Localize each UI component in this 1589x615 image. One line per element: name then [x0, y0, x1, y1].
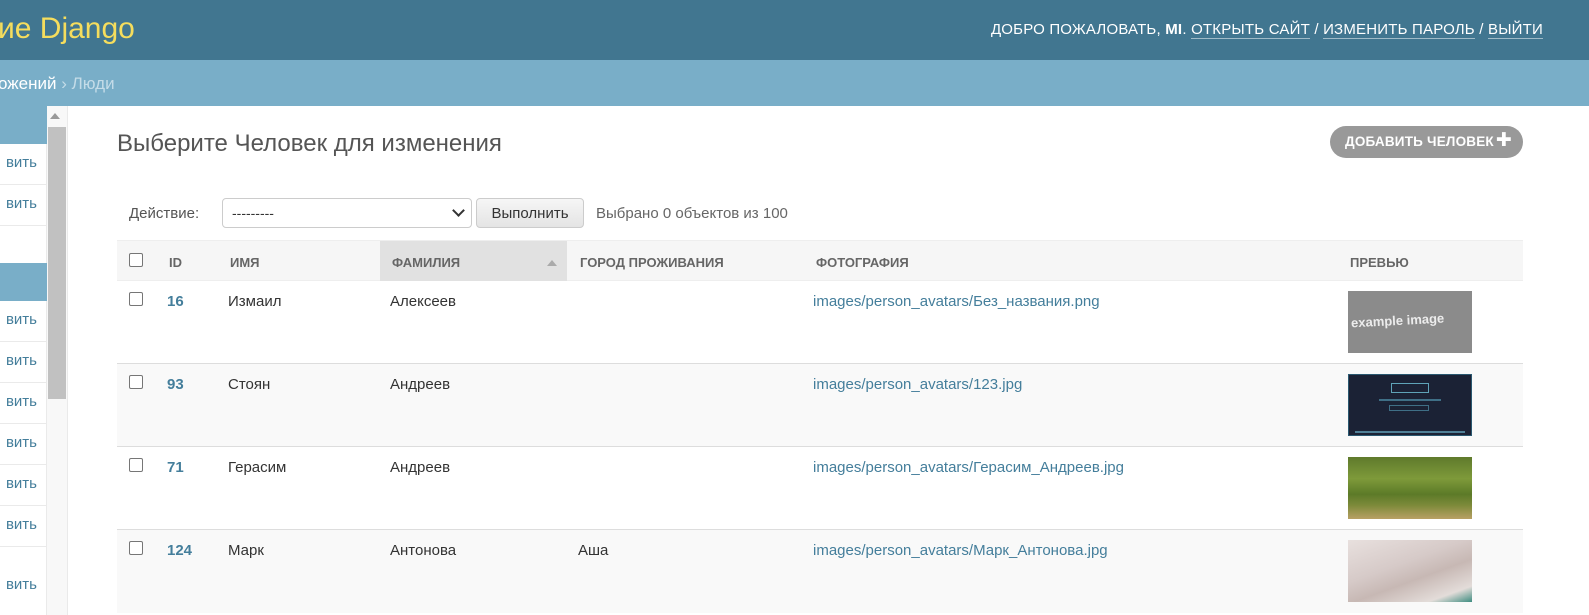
sidebar-add-link[interactable]: вить: [0, 506, 47, 547]
sidebar-add-link[interactable]: вить: [0, 144, 47, 185]
action-select-value: ---------: [232, 205, 274, 221]
welcome-text: ДОБРО ПОЖАЛОВАТЬ,: [990, 21, 1161, 38]
row-id-link[interactable]: 16: [167, 293, 184, 310]
site-name[interactable]: ие Django: [0, 12, 135, 46]
table-row: 71 Герасим Андреев images/person_avatars…: [117, 447, 1523, 530]
sidebar-add-link[interactable]: вить: [0, 342, 47, 383]
column-header-photo[interactable]: ФОТОГРАФИЯ: [816, 241, 909, 281]
row-checkbox[interactable]: [129, 541, 143, 555]
sidebar-app-header[interactable]: [0, 263, 47, 301]
breadcrumb-separator: ›: [61, 74, 67, 93]
separator: /: [1479, 21, 1484, 38]
photo-link[interactable]: images/person_avatars/Без_названия.png: [813, 293, 1100, 310]
column-header-last-name[interactable]: ФАМИЛИЯ: [380, 241, 567, 281]
table-row: 93 Стоян Андреев images/person_avatars/1…: [117, 364, 1523, 447]
column-header-first-name[interactable]: ИМЯ: [230, 241, 260, 281]
city-cell: Аша: [578, 542, 609, 559]
table-row: 16 Измаил Алексеев images/person_avatars…: [117, 281, 1523, 364]
photo-link[interactable]: images/person_avatars/Герасим_Андреев.jp…: [813, 459, 1124, 476]
row-id-link[interactable]: 124: [167, 542, 192, 559]
sort-ascending-icon[interactable]: [547, 260, 557, 266]
sidebar-add-link[interactable]: вить: [0, 301, 47, 342]
first-name-cell: Измаил: [228, 293, 282, 310]
action-select[interactable]: ---------: [222, 198, 472, 228]
last-name-cell: Алексеев: [390, 293, 456, 310]
scrollbar-thumb[interactable]: [48, 127, 66, 399]
run-action-button[interactable]: Выполнить: [476, 198, 584, 228]
chevron-down-icon: [452, 204, 465, 217]
actions-bar: Действие: --------- Выполнить Выбрано 0 …: [117, 195, 1523, 235]
last-name-cell: Андреев: [390, 376, 451, 393]
sidebar-add-link[interactable]: вить: [0, 185, 47, 226]
view-site-link[interactable]: ОТКРЫТЬ САЙТ: [1191, 21, 1310, 39]
column-header-preview[interactable]: ПРЕВЬЮ: [1350, 241, 1409, 281]
preview-image: [1348, 457, 1472, 519]
breadcrumb-current: Люди: [71, 74, 115, 93]
sidebar-add-link[interactable]: вить: [0, 566, 47, 607]
row-checkbox[interactable]: [129, 292, 143, 306]
sidebar-app-header[interactable]: [0, 106, 47, 144]
row-id-link[interactable]: 93: [167, 376, 184, 393]
page-title: Выберите Человек для изменения: [117, 130, 502, 157]
last-name-cell: Андреев: [390, 459, 451, 476]
table-row: 124 Марк Антонова Аша images/person_avat…: [117, 530, 1523, 613]
photo-link[interactable]: images/person_avatars/Марк_Антонова.jpg: [813, 542, 1108, 559]
action-label: Действие:: [129, 205, 200, 222]
scroll-up-arrow-icon[interactable]: [50, 113, 60, 119]
logout-link[interactable]: ВЫЙТИ: [1487, 21, 1543, 39]
change-password-link[interactable]: ИЗМЕНИТЬ ПАРОЛЬ: [1323, 21, 1475, 39]
first-name-cell: Марк: [228, 542, 264, 559]
column-header-id[interactable]: ID: [169, 241, 182, 281]
photo-link[interactable]: images/person_avatars/123.jpg: [813, 376, 1022, 393]
nav-sidebar: вить вить вить вить вить вить вить вить …: [0, 106, 47, 615]
preview-image: [1348, 374, 1472, 436]
breadcrumb: ожений › Люди: [0, 60, 1589, 106]
row-id-link[interactable]: 71: [167, 459, 184, 476]
plus-icon: ✚: [1495, 130, 1512, 151]
selection-count: Выбрано 0 объектов из 100: [596, 205, 788, 222]
username: MI: [1165, 21, 1183, 38]
preview-image: [1348, 540, 1472, 602]
table-header: ID ИМЯ ФАМИЛИЯ ГОРОД ПРОЖИВАНИЯ ФОТОГРАФ…: [117, 240, 1523, 281]
row-checkbox[interactable]: [129, 375, 143, 389]
user-tools: ДОБРО ПОЖАЛОВАТЬ, MI. ОТКРЫТЬ САЙТ / ИЗМ…: [990, 21, 1543, 39]
sidebar-add-link[interactable]: вить: [0, 383, 47, 424]
first-name-cell: Стоян: [228, 376, 271, 393]
row-checkbox[interactable]: [129, 458, 143, 472]
column-header-city[interactable]: ГОРОД ПРОЖИВАНИЯ: [580, 241, 724, 281]
select-all-checkbox[interactable]: [129, 253, 143, 267]
add-button-label: ДОБАВИТЬ ЧЕЛОВЕК: [1345, 134, 1494, 149]
breadcrumb-app-link[interactable]: ожений: [0, 74, 56, 93]
last-name-cell: Антонова: [390, 542, 457, 559]
first-name-cell: Герасим: [228, 459, 287, 476]
add-person-button[interactable]: ДОБАВИТЬ ЧЕЛОВЕК ✚: [1330, 126, 1523, 158]
sidebar-add-link[interactable]: вить: [0, 465, 47, 506]
preview-image: example image: [1348, 291, 1472, 353]
header: ие Django ДОБРО ПОЖАЛОВАТЬ, MI. ОТКРЫТЬ …: [0, 0, 1589, 60]
separator: /: [1314, 21, 1319, 38]
sidebar-add-link[interactable]: вить: [0, 424, 47, 465]
